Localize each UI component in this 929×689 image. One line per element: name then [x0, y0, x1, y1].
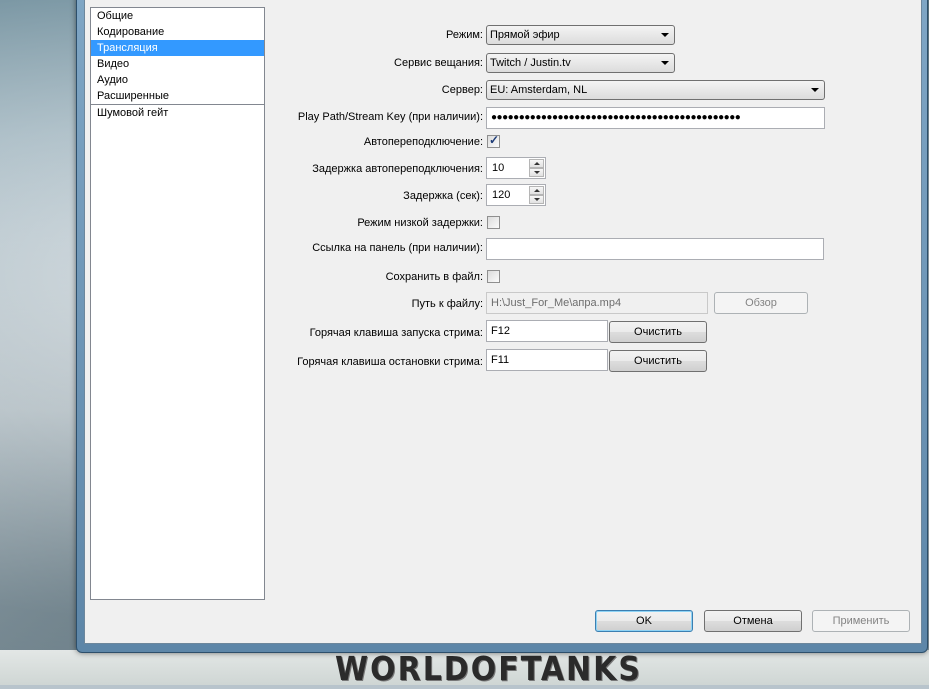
chevron-down-icon	[811, 88, 819, 92]
reconnect-delay-stepper[interactable]: 10	[486, 157, 546, 179]
category-list[interactable]: Общие Кодирование Трансляция Видео Аудио…	[90, 7, 265, 600]
service-combo[interactable]: Twitch / Justin.tv	[486, 53, 675, 73]
reconnect-delay-label: Задержка автопереподключения:	[312, 163, 483, 175]
stop-hotkey-label: Горячая клавиша остановки стрима:	[297, 356, 483, 368]
stream-key-label: Play Path/Stream Key (при наличии):	[297, 111, 483, 123]
settings-window: Общие Кодирование Трансляция Видео Аудио…	[76, 0, 928, 653]
server-combo[interactable]: EU: Amsterdam, NL	[486, 80, 825, 100]
sidebar-item-advanced[interactable]: Расширенные	[91, 88, 264, 104]
service-value: Twitch / Justin.tv	[490, 57, 571, 69]
sidebar-item-video[interactable]: Видео	[91, 56, 264, 72]
spin-up-button[interactable]	[529, 186, 544, 195]
clear-stop-hotkey-button[interactable]: Очистить	[609, 350, 707, 372]
mode-combo[interactable]: Прямой эфир	[486, 25, 675, 45]
spin-down-button[interactable]	[529, 195, 544, 204]
spin-up-button[interactable]	[529, 159, 544, 168]
stop-hotkey-input[interactable]: F11	[486, 349, 608, 371]
spin-down-button[interactable]	[529, 168, 544, 177]
server-label: Сервер:	[441, 84, 483, 96]
sidebar-item-audio[interactable]: Аудио	[91, 72, 264, 88]
sidebar-item-encoding[interactable]: Кодирование	[91, 24, 264, 40]
sidebar-item-noise-gate[interactable]: Шумовой гейт	[91, 105, 264, 121]
apply-button: Применить	[812, 610, 910, 632]
cancel-button[interactable]: Отмена	[704, 610, 802, 632]
service-label: Сервис вещания:	[394, 57, 483, 69]
game-logo: WORLDOFTANKS	[335, 650, 643, 689]
spinner-buttons	[529, 159, 544, 177]
check-icon: ✓	[489, 133, 500, 147]
start-hotkey-label: Горячая клавиша запуска стрима:	[309, 327, 483, 339]
file-path-label: Путь к файлу:	[411, 298, 483, 310]
dashboard-link-label: Ссылка на панель (при наличии):	[312, 242, 483, 254]
sidebar-item-broadcast[interactable]: Трансляция	[91, 40, 264, 56]
delay-label: Задержка (сек):	[403, 190, 483, 202]
chevron-down-icon	[661, 61, 669, 65]
ok-button[interactable]: OK	[595, 610, 693, 632]
save-to-file-label: Сохранить в файл:	[385, 271, 483, 283]
reconnect-delay-value: 10	[492, 162, 505, 174]
sidebar-item-general[interactable]: Общие	[91, 8, 264, 24]
mode-label: Режим:	[446, 29, 483, 41]
low-latency-label: Режим низкой задержки:	[357, 217, 483, 229]
mode-value: Прямой эфир	[490, 29, 560, 41]
clear-start-hotkey-button[interactable]: Очистить	[609, 321, 707, 343]
delay-value: 120	[492, 189, 511, 201]
start-hotkey-input[interactable]: F12	[486, 320, 608, 342]
browse-button: Обзор	[714, 292, 808, 314]
settings-client-area: Общие Кодирование Трансляция Видео Аудио…	[84, 0, 922, 644]
auto-reconnect-checkbox[interactable]: ✓	[487, 133, 500, 148]
server-value: EU: Amsterdam, NL	[490, 84, 588, 96]
delay-stepper[interactable]: 120	[486, 184, 546, 206]
dashboard-link-input[interactable]	[486, 238, 824, 260]
file-path-input: H:\Just_For_Me\апра.mp4	[486, 292, 708, 314]
stream-key-input[interactable]: ●●●●●●●●●●●●●●●●●●●●●●●●●●●●●●●●●●●●●●●●…	[486, 107, 825, 129]
spinner-buttons	[529, 186, 544, 204]
low-latency-checkbox[interactable]	[487, 216, 500, 229]
save-to-file-checkbox[interactable]	[487, 270, 500, 283]
auto-reconnect-label: Автопереподключение:	[363, 136, 483, 148]
chevron-down-icon	[661, 33, 669, 37]
